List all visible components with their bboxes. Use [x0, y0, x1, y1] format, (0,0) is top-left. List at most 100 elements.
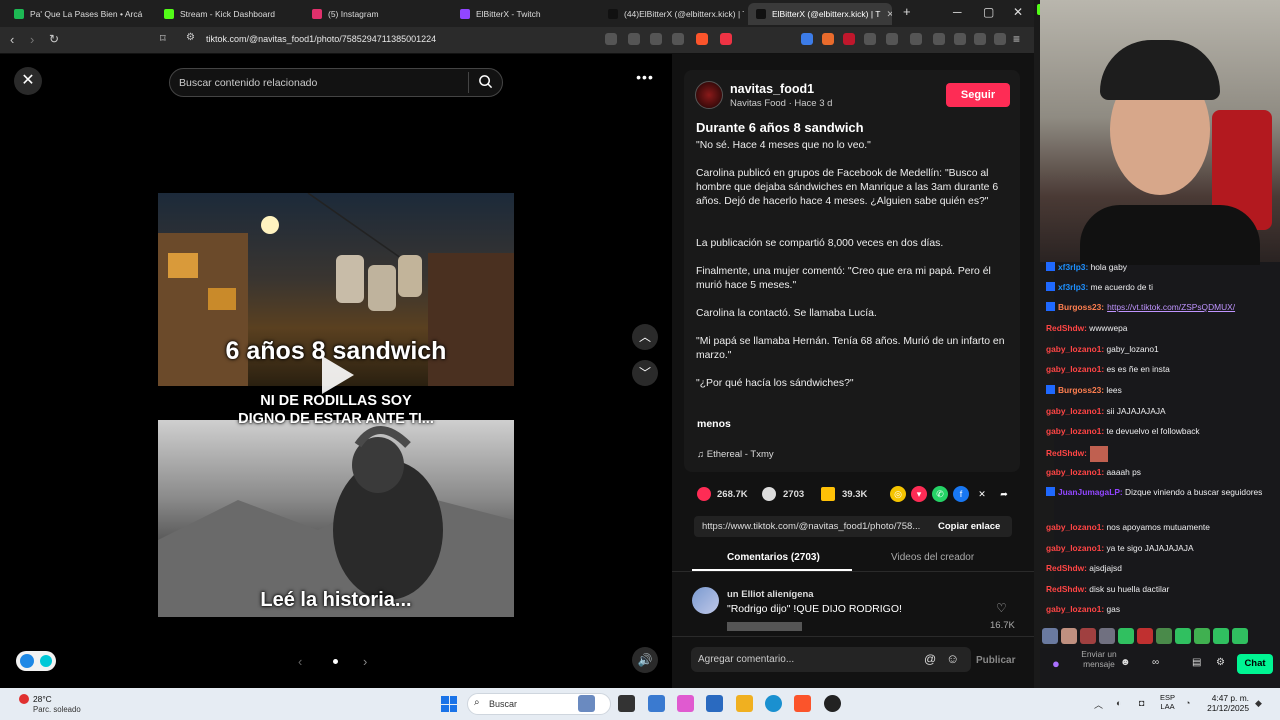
gift-icon[interactable]: ▤ — [1192, 657, 1201, 668]
post-link[interactable]: https://www.tiktok.com/@navitas_food1/ph… — [702, 521, 926, 532]
browser-tab[interactable]: ElBitterX (@elbitterx.kick) | T ✕ — [748, 3, 892, 25]
menu-icon[interactable]: ≡ — [1013, 32, 1020, 46]
notifications-icon[interactable]: ◆ — [1255, 698, 1262, 709]
minimize-icon[interactable]: ─ — [953, 5, 962, 19]
play-icon[interactable] — [322, 356, 354, 394]
network-icon[interactable]: ◔ — [1185, 698, 1190, 708]
browser-tab[interactable]: Pa' Que La Pases Bien • Arcá — [6, 3, 151, 25]
chat-username[interactable]: gaby_lozano1: — [1046, 467, 1104, 477]
brave-rewards-icon[interactable] — [720, 33, 732, 45]
weather-temp[interactable]: 28°C — [33, 694, 52, 704]
share-page-icon[interactable] — [672, 33, 684, 45]
vpn-icon[interactable] — [994, 33, 1006, 45]
settings-icon[interactable]: ⚙ — [1216, 657, 1225, 668]
avatar[interactable] — [695, 81, 723, 109]
chat-username[interactable]: gaby_lozano1: — [1046, 522, 1104, 532]
pager-prev-button[interactable]: ‹ — [298, 654, 302, 669]
chat-username[interactable]: gaby_lozano1: — [1046, 543, 1104, 553]
emote-icon[interactable] — [1118, 628, 1134, 644]
chat-username[interactable]: gaby_lozano1: — [1046, 344, 1104, 354]
volume-button[interactable]: 🔊 — [632, 647, 658, 673]
translate-icon[interactable] — [650, 33, 662, 45]
mention-icon[interactable]: @ — [924, 652, 936, 666]
chat-send-button[interactable]: Chat — [1237, 654, 1273, 674]
chat-username[interactable]: xf3rlp3: — [1058, 262, 1088, 272]
chat-badge-icon[interactable] — [1046, 262, 1055, 271]
obs-icon[interactable] — [824, 695, 841, 712]
mic-icon[interactable]: ● — [1052, 656, 1060, 671]
weather-icon[interactable] — [19, 694, 29, 704]
chat-username[interactable]: Burgoss23: — [1058, 385, 1104, 395]
browser-tab[interactable]: (5) Instagram — [304, 3, 448, 25]
extension-icon[interactable] — [886, 33, 898, 45]
send-icon[interactable]: ▾ — [911, 486, 927, 502]
close-viewer-button[interactable]: ✕ — [14, 67, 42, 95]
emote-icon[interactable] — [1194, 628, 1210, 644]
extension-icon[interactable] — [843, 33, 855, 45]
emote-icon[interactable] — [1175, 628, 1191, 644]
chat-username[interactable]: RedShdw: — [1046, 448, 1087, 458]
heart-icon[interactable] — [697, 487, 711, 501]
emote-icon[interactable] — [1156, 628, 1172, 644]
bookmark-icon[interactable] — [821, 487, 835, 501]
previous-post-button[interactable]: ︿ — [632, 324, 658, 350]
more-options-button[interactable]: ••• — [632, 69, 658, 93]
chat-username[interactable]: RedShdw: — [1046, 563, 1087, 573]
brave-shield-icon[interactable] — [696, 33, 708, 45]
chat-badge-icon[interactable] — [1046, 487, 1055, 496]
extensions-icon[interactable] — [864, 33, 876, 45]
chat-username[interactable]: JuanJumagaLP: — [1058, 487, 1123, 497]
widgets-icon[interactable] — [578, 695, 595, 712]
new-tab-button[interactable]: + — [903, 4, 911, 19]
chat-link[interactable]: https://vt.tiktok.com/ZSPsQDMUX/ — [1107, 302, 1235, 312]
search-icon[interactable] — [478, 74, 493, 89]
forward-icon[interactable]: › — [30, 32, 34, 47]
explorer-icon[interactable] — [736, 695, 753, 712]
chat-username[interactable]: gaby_lozano1: — [1046, 604, 1104, 614]
whatsapp-icon[interactable]: ✆ — [932, 486, 948, 502]
tray-chevron-icon[interactable]: ︿ — [1094, 698, 1103, 711]
extension-icon[interactable] — [822, 33, 834, 45]
tray-icon[interactable]: ◐ — [1116, 698, 1121, 708]
mute-icon[interactable] — [605, 33, 617, 45]
emote-icon[interactable] — [1137, 628, 1153, 644]
share-icon[interactable]: ➦ — [996, 486, 1012, 502]
copilot-icon[interactable] — [677, 695, 694, 712]
embed-icon[interactable]: ◎ — [890, 486, 906, 502]
wallet-icon[interactable] — [954, 33, 966, 45]
username[interactable]: navitas_food1 — [730, 82, 814, 96]
leo-icon[interactable] — [974, 33, 986, 45]
close-window-icon[interactable]: ✕ — [1013, 5, 1023, 19]
tray-icon[interactable]: ◘ — [1139, 698, 1144, 708]
music-link[interactable]: ♫ Ethereal - Txmy — [697, 449, 774, 460]
emote-icon[interactable] — [1080, 628, 1096, 644]
chat-username[interactable]: gaby_lozano1: — [1046, 406, 1104, 416]
chat-username[interactable]: gaby_lozano1: — [1046, 426, 1104, 436]
store-icon[interactable] — [706, 695, 723, 712]
browser-tab[interactable]: Stream - Kick Dashboard — [156, 3, 300, 25]
reload-icon[interactable]: ↻ — [49, 32, 59, 46]
chat-badge-icon[interactable] — [1046, 385, 1055, 394]
emote-icon[interactable] — [1042, 628, 1058, 644]
toggle-switch[interactable] — [16, 651, 56, 671]
edge-icon[interactable] — [765, 695, 782, 712]
emote-icon[interactable] — [1232, 628, 1248, 644]
show-less-link[interactable]: menos — [697, 418, 731, 430]
chat-username[interactable]: RedShdw: — [1046, 584, 1087, 594]
chat-badge-icon[interactable] — [1046, 282, 1055, 291]
emote-icon[interactable] — [1099, 628, 1115, 644]
language-indicator[interactable]: ESP LAA — [1160, 693, 1175, 711]
site-info-icon[interactable]: ⚙ — [186, 32, 195, 43]
bookmark-icon[interactable]: ⌑ — [160, 32, 166, 45]
emoji-icon[interactable]: ☺ — [946, 651, 959, 666]
url-text[interactable]: tiktok.com/@navitas_food1/photo/75852947… — [206, 34, 436, 44]
commenter-name[interactable]: un Elliot alienígena — [727, 589, 814, 600]
windows-start-icon[interactable] — [441, 696, 457, 712]
chat-input[interactable]: Enviar un mensaje — [1074, 649, 1124, 669]
sidebar-icon[interactable] — [933, 33, 945, 45]
follow-button[interactable]: Seguir — [946, 83, 1010, 107]
facebook-icon[interactable]: f — [953, 486, 969, 502]
comment-heart-icon[interactable]: ♡ — [996, 601, 1007, 615]
emote-picker-icon[interactable]: ☻ — [1120, 657, 1131, 668]
chat-username[interactable]: xf3rlp3: — [1058, 282, 1088, 292]
